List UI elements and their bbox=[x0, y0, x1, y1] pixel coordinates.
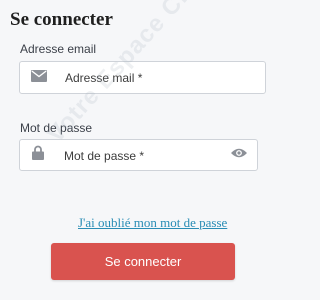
password-field-container[interactable] bbox=[19, 139, 258, 171]
email-input[interactable] bbox=[65, 68, 255, 88]
email-label: Adresse email bbox=[20, 42, 97, 56]
envelope-icon bbox=[31, 69, 47, 87]
password-label: Mot de passe bbox=[20, 121, 93, 135]
page-title: Se connecter bbox=[10, 9, 113, 30]
password-input[interactable] bbox=[64, 146, 214, 166]
email-field-container[interactable] bbox=[19, 61, 266, 94]
lock-icon bbox=[32, 145, 44, 165]
login-button[interactable]: Se connecter bbox=[51, 243, 235, 280]
forgot-password-link[interactable]: J'ai oublié mon mot de passe bbox=[78, 215, 227, 231]
eye-icon[interactable] bbox=[230, 146, 248, 164]
